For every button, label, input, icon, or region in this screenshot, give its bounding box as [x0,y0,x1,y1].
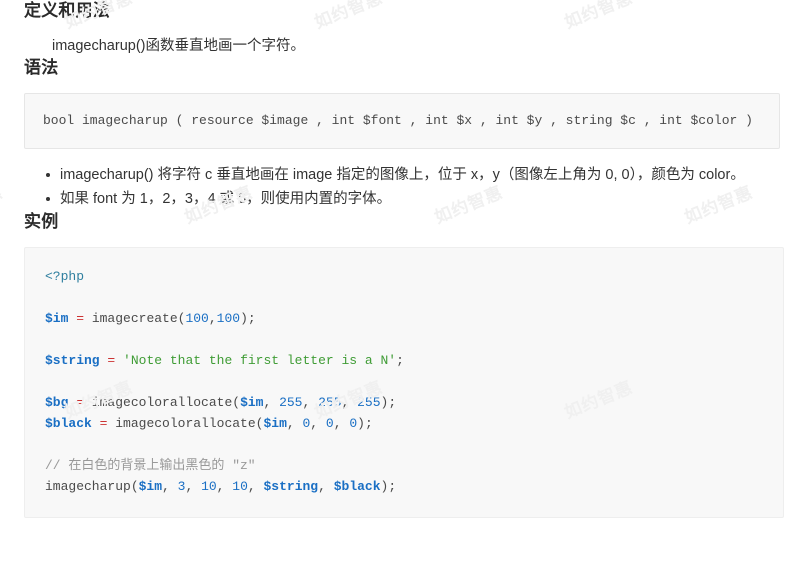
code-token-var: $im [138,479,163,494]
code-token-num: 255 [279,395,303,410]
code-token-num: 100 [216,311,241,326]
code-token-fn: , [247,479,264,494]
code-token-num: 255 [357,395,381,410]
code-token-comment: // 在白色的背景上输出黑色的 "z" [45,458,256,473]
code-token-fn: ); [380,395,397,410]
code-token-str: 'Note that the first letter is a N' [123,353,397,368]
code-token-var: $string [45,353,100,368]
code-token-op: = [76,311,85,326]
code-token-fn: ); [380,479,397,494]
code-token-num: 10 [201,479,217,494]
code-token-fn: imagecreate( [84,311,186,326]
code-token-var: $black [45,416,92,431]
code-token-num: 0 [349,416,358,431]
code-token-op: = [76,395,85,410]
code-token-var: $im [240,395,264,410]
code-token-var: $im [263,416,287,431]
code-token-num: 100 [185,311,209,326]
code-token-fn: , [341,395,358,410]
definition-description: imagecharup()函数垂直地画一个字符。 [52,38,305,54]
code-token-fn: ); [240,311,256,326]
code-token-fn: ); [357,416,373,431]
code-line: $black = imagecolorallocate($im, 0, 0, 0… [45,413,763,434]
code-token-fn: ; [396,353,404,368]
code-token-fn: imagecolorallocate( [84,395,241,410]
code-token-fn: , [333,416,350,431]
example-section-heading: 实例 [24,212,59,231]
syntax-section-heading: 语法 [24,58,59,77]
code-line: <?php [45,266,763,287]
code-token-var: $string [263,479,319,494]
code-token-fn: imagecharup( [45,479,139,494]
code-token-fn: , [185,479,202,494]
code-token-fn: , [310,416,326,431]
code-token-var: $im [45,311,69,326]
notes-list: imagecharup() 将字符 c 垂直地画在 image 指定的图像上，位… [24,163,784,211]
example-code-box: <?php $im = imagecreate(100,100); $strin… [24,247,784,518]
code-token-fn: , [162,479,178,494]
note-item: imagecharup() 将字符 c 垂直地画在 image 指定的图像上，位… [46,163,784,187]
code-token-num: 10 [232,479,248,494]
code-line: $im = imagecreate(100,100); [45,308,763,329]
code-token-tag: <?php [45,269,85,284]
code-token-fn: , [302,395,319,410]
code-token-fn: , [216,479,233,494]
definition-section-heading: 定义和用法 [24,1,110,20]
code-line: imagecharup($im, 3, 10, 10, $string, $bl… [45,476,763,497]
code-line: $string = 'Note that the first letter is… [45,350,763,371]
code-token-fn: , [318,479,334,494]
documentation-page: 定义和用法 imagecharup()函数垂直地画一个字符。 语法 bool i… [0,0,808,518]
code-token-fn: imagecolorallocate( [107,416,264,431]
code-token-num: 0 [325,416,334,431]
note-item: 如果 font 为 1，2，3，4 或 5，则使用内置的字体。 [46,187,784,211]
syntax-signature-box: bool imagecharup ( resource $image , int… [24,93,780,149]
code-token-fn: , [263,395,280,410]
code-line: // 在白色的背景上输出黑色的 "z" [45,455,763,476]
code-token-fn: , [208,311,217,326]
code-token-num: 255 [318,395,342,410]
code-token-var: $black [333,479,381,494]
code-token-var: $bg [45,395,69,410]
code-line: $bg = imagecolorallocate($im, 255, 255, … [45,392,763,413]
code-token-fn: , [286,416,303,431]
